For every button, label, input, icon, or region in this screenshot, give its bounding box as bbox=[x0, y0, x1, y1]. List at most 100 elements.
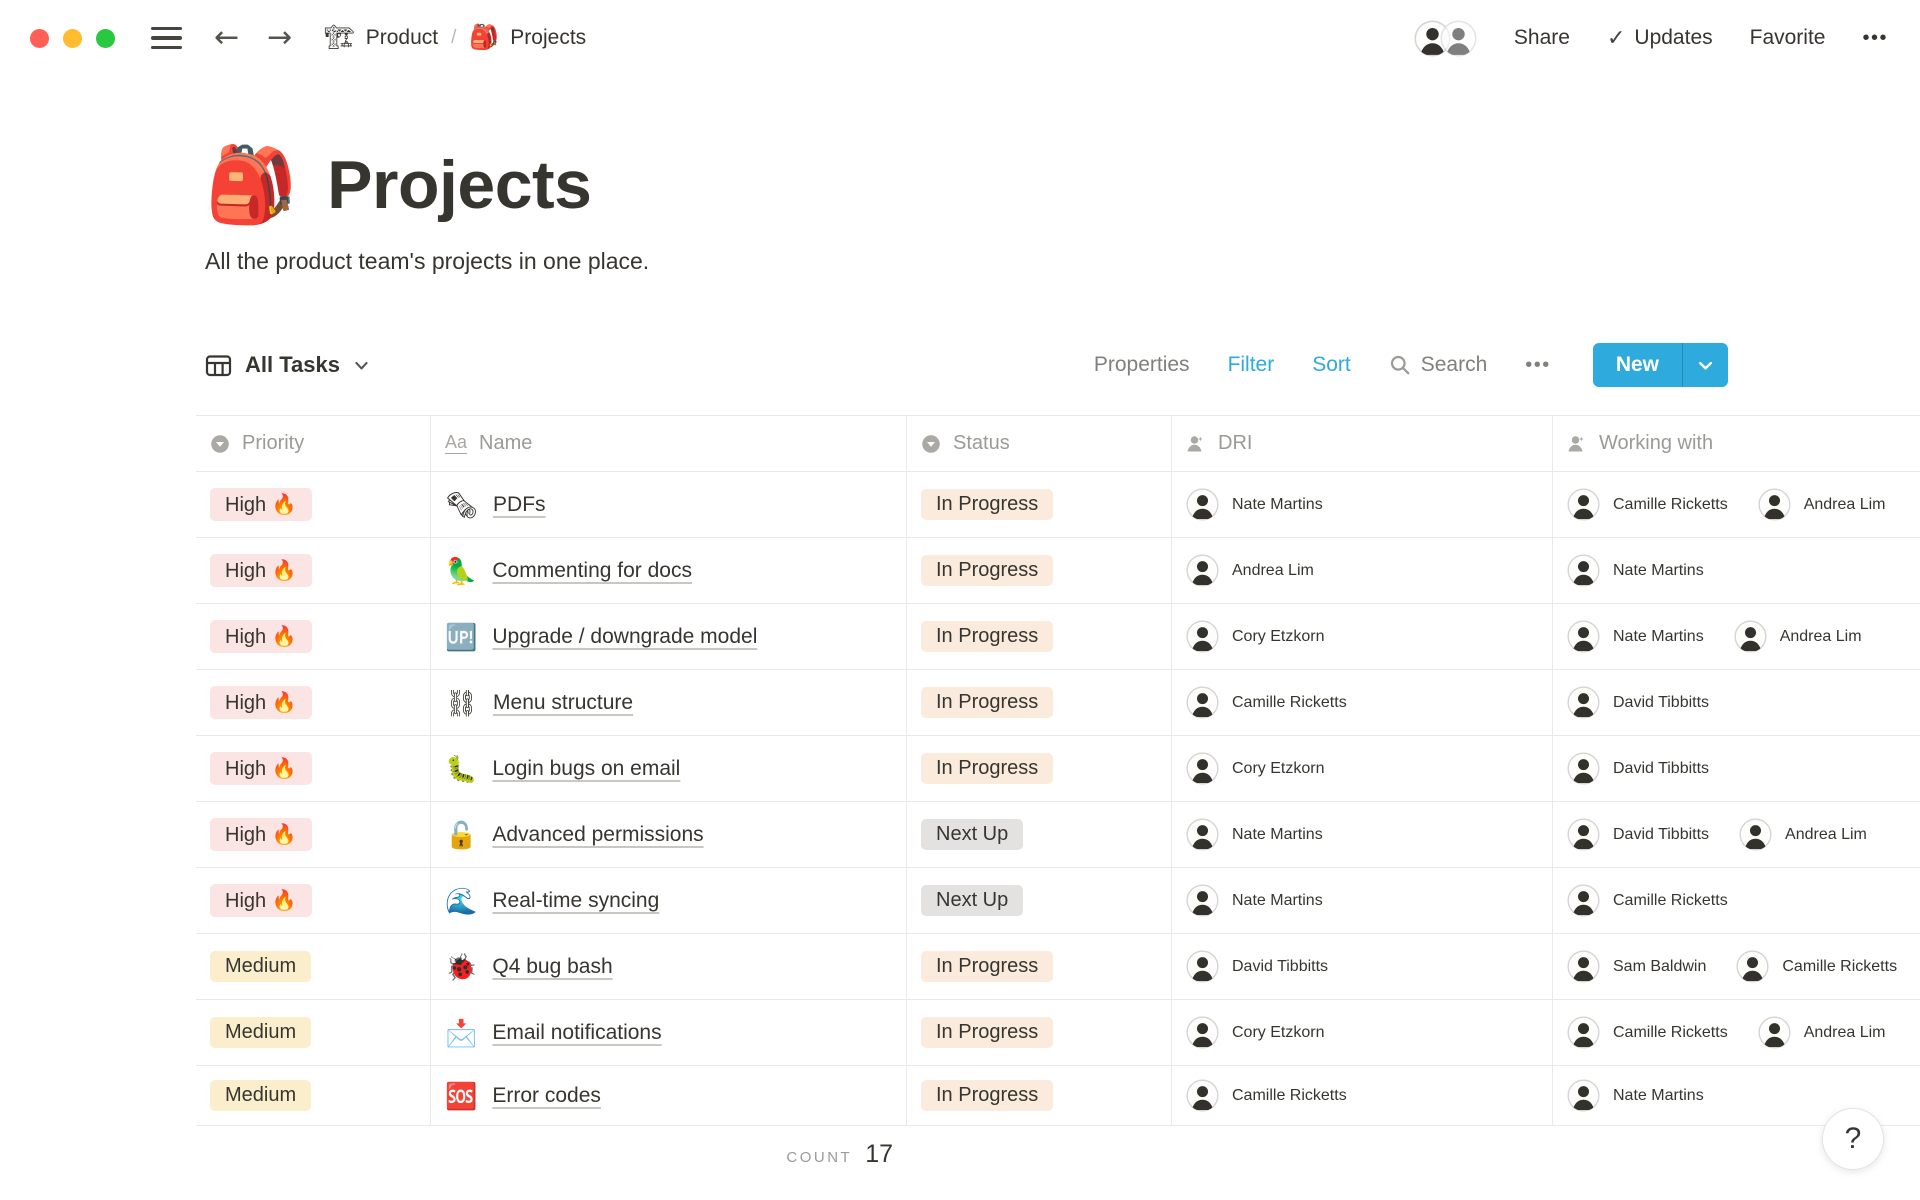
status-cell[interactable]: In Progress bbox=[907, 670, 1172, 735]
status-cell[interactable]: In Progress bbox=[907, 538, 1172, 603]
new-dropdown-button[interactable] bbox=[1683, 343, 1728, 387]
filter-button[interactable]: Filter bbox=[1228, 353, 1275, 377]
breadcrumb-item-projects[interactable]: 🎒 Projects bbox=[469, 26, 586, 50]
priority-cell[interactable]: High 🔥 bbox=[196, 472, 431, 537]
working-with-cell[interactable]: Camille Ricketts Andrea Lim bbox=[1553, 472, 1920, 537]
name-cell[interactable]: 🌊Real-time syncing bbox=[431, 868, 907, 933]
priority-cell[interactable]: High 🔥 bbox=[196, 538, 431, 603]
zoom-window-button[interactable] bbox=[96, 29, 115, 48]
page-link[interactable]: Advanced permissions bbox=[492, 823, 703, 847]
person-tag[interactable]: David Tibbitts bbox=[1567, 686, 1709, 719]
person-tag[interactable]: Andrea Lim bbox=[1734, 620, 1862, 653]
more-options-icon[interactable]: ••• bbox=[1862, 27, 1888, 50]
updates-button[interactable]: ✓ Updates bbox=[1607, 25, 1713, 51]
person-tag[interactable]: Nate Martins bbox=[1186, 488, 1323, 521]
person-tag[interactable]: Cory Etzkorn bbox=[1186, 752, 1324, 785]
dri-cell[interactable]: Camille Ricketts bbox=[1172, 1066, 1553, 1125]
person-tag[interactable]: Camille Ricketts bbox=[1567, 488, 1728, 521]
priority-cell[interactable]: High 🔥 bbox=[196, 802, 431, 867]
page-link[interactable]: Upgrade / downgrade model bbox=[492, 625, 757, 649]
new-button[interactable]: New bbox=[1593, 343, 1682, 387]
name-cell[interactable]: 🦜Commenting for docs bbox=[431, 538, 907, 603]
column-header-working-with[interactable]: Working with bbox=[1553, 416, 1920, 471]
dri-cell[interactable]: Andrea Lim bbox=[1172, 538, 1553, 603]
person-tag[interactable]: David Tibbitts bbox=[1186, 950, 1328, 983]
person-tag[interactable]: David Tibbitts bbox=[1567, 818, 1709, 851]
page-link[interactable]: Login bugs on email bbox=[492, 757, 680, 781]
help-button[interactable]: ? bbox=[1822, 1108, 1884, 1170]
back-arrow-icon[interactable]: ← bbox=[214, 23, 239, 53]
working-with-cell[interactable]: Camille Ricketts bbox=[1553, 868, 1920, 933]
page-link[interactable]: Email notifications bbox=[492, 1021, 661, 1045]
sort-button[interactable]: Sort bbox=[1312, 353, 1351, 377]
page-link[interactable]: Commenting for docs bbox=[492, 559, 692, 583]
column-header-dri[interactable]: DRI bbox=[1172, 416, 1553, 471]
dri-cell[interactable]: Cory Etzkorn bbox=[1172, 604, 1553, 669]
name-cell[interactable]: 🔓Advanced permissions bbox=[431, 802, 907, 867]
column-header-name[interactable]: AaName bbox=[431, 416, 907, 471]
working-with-cell[interactable]: Sam Baldwin Camille Ricketts bbox=[1553, 934, 1920, 999]
person-tag[interactable]: Nate Martins bbox=[1186, 884, 1323, 917]
page-link[interactable]: Menu structure bbox=[493, 691, 633, 715]
close-window-button[interactable] bbox=[30, 29, 49, 48]
forward-arrow-icon[interactable]: → bbox=[267, 23, 292, 53]
page-link[interactable]: Error codes bbox=[492, 1084, 601, 1108]
name-cell[interactable]: 🐞Q4 bug bash bbox=[431, 934, 907, 999]
priority-cell[interactable]: High 🔥 bbox=[196, 736, 431, 801]
minimize-window-button[interactable] bbox=[63, 29, 82, 48]
person-tag[interactable]: Cory Etzkorn bbox=[1186, 620, 1324, 653]
name-cell[interactable]: 📩Email notifications bbox=[431, 1000, 907, 1065]
working-with-cell[interactable]: Nate Martins bbox=[1553, 538, 1920, 603]
sidebar-menu-icon[interactable] bbox=[151, 27, 182, 49]
person-tag[interactable]: Camille Ricketts bbox=[1567, 1016, 1728, 1049]
share-button[interactable]: Share bbox=[1514, 26, 1570, 50]
person-tag[interactable]: Nate Martins bbox=[1186, 818, 1323, 851]
priority-cell[interactable]: Medium bbox=[196, 1066, 431, 1125]
page-link[interactable]: Q4 bug bash bbox=[492, 955, 612, 979]
status-cell[interactable]: In Progress bbox=[907, 1066, 1172, 1125]
person-tag[interactable]: Sam Baldwin bbox=[1567, 950, 1706, 983]
status-cell[interactable]: In Progress bbox=[907, 736, 1172, 801]
status-cell[interactable]: In Progress bbox=[907, 934, 1172, 999]
dri-cell[interactable]: David Tibbitts bbox=[1172, 934, 1553, 999]
priority-cell[interactable]: High 🔥 bbox=[196, 670, 431, 735]
priority-cell[interactable]: High 🔥 bbox=[196, 604, 431, 669]
view-selector[interactable]: All Tasks bbox=[205, 352, 370, 379]
name-cell[interactable]: 🗞PDFs bbox=[431, 472, 907, 537]
status-cell[interactable]: Next Up bbox=[907, 868, 1172, 933]
priority-cell[interactable]: High 🔥 bbox=[196, 868, 431, 933]
person-tag[interactable]: Andrea Lim bbox=[1758, 1016, 1886, 1049]
dri-cell[interactable]: Cory Etzkorn bbox=[1172, 736, 1553, 801]
person-tag[interactable]: Nate Martins bbox=[1567, 554, 1704, 587]
person-tag[interactable]: Camille Ricketts bbox=[1736, 950, 1897, 983]
search-button[interactable]: Search bbox=[1389, 353, 1488, 377]
name-cell[interactable]: ⛓Menu structure bbox=[431, 670, 907, 735]
table-footer[interactable]: COUNT 17 bbox=[196, 1126, 907, 1169]
column-header-status[interactable]: Status bbox=[907, 416, 1172, 471]
dri-cell[interactable]: Nate Martins bbox=[1172, 802, 1553, 867]
dri-cell[interactable]: Cory Etzkorn bbox=[1172, 1000, 1553, 1065]
dri-cell[interactable]: Nate Martins bbox=[1172, 868, 1553, 933]
page-icon[interactable]: 🎒 bbox=[205, 148, 297, 222]
status-cell[interactable]: Next Up bbox=[907, 802, 1172, 867]
status-cell[interactable]: In Progress bbox=[907, 604, 1172, 669]
person-tag[interactable]: Nate Martins bbox=[1567, 620, 1704, 653]
column-header-priority[interactable]: Priority bbox=[196, 416, 431, 471]
status-cell[interactable]: In Progress bbox=[907, 1000, 1172, 1065]
dri-cell[interactable]: Nate Martins bbox=[1172, 472, 1553, 537]
dri-cell[interactable]: Camille Ricketts bbox=[1172, 670, 1553, 735]
person-tag[interactable]: Camille Ricketts bbox=[1186, 686, 1347, 719]
working-with-cell[interactable]: Nate Martins Andrea Lim bbox=[1553, 604, 1920, 669]
view-more-options-icon[interactable]: ••• bbox=[1525, 354, 1551, 377]
name-cell[interactable]: 🆘Error codes bbox=[431, 1066, 907, 1125]
person-tag[interactable]: Andrea Lim bbox=[1758, 488, 1886, 521]
person-tag[interactable]: Andrea Lim bbox=[1739, 818, 1867, 851]
properties-button[interactable]: Properties bbox=[1094, 353, 1190, 377]
person-tag[interactable]: Andrea Lim bbox=[1186, 554, 1314, 587]
person-tag[interactable]: Camille Ricketts bbox=[1186, 1079, 1347, 1112]
breadcrumb-item-product[interactable]: 🏗 Product bbox=[324, 26, 438, 50]
name-cell[interactable]: 🐛Login bugs on email bbox=[431, 736, 907, 801]
favorite-button[interactable]: Favorite bbox=[1750, 26, 1826, 50]
person-tag[interactable]: Camille Ricketts bbox=[1567, 884, 1728, 917]
working-with-cell[interactable]: David Tibbitts bbox=[1553, 736, 1920, 801]
